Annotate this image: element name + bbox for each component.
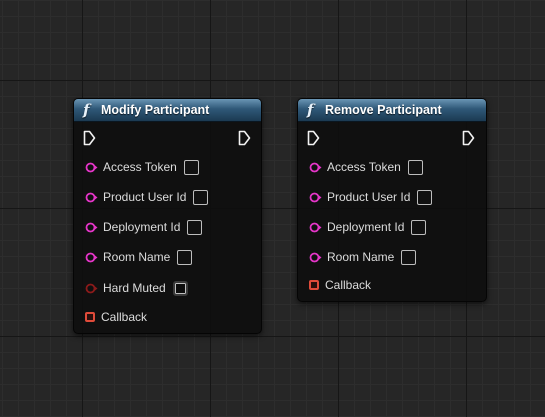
bool-pin-icon[interactable] [85, 283, 98, 294]
deployment-id-input[interactable] [187, 219, 203, 235]
node-title: Remove Participant [325, 103, 442, 117]
pin-row-room-name: Room Name [309, 247, 417, 267]
deployment-id-input[interactable] [411, 219, 427, 235]
access-token-input[interactable] [183, 159, 199, 175]
function-icon: f [83, 101, 90, 119]
node-title: Modify Participant [101, 103, 210, 117]
pin-label: Deployment Id [327, 220, 405, 234]
room-name-input[interactable] [177, 249, 193, 265]
pin-label: Room Name [103, 250, 171, 264]
exec-out-pin-icon[interactable] [238, 130, 251, 146]
string-pin-icon[interactable] [85, 252, 98, 263]
pin-label: Callback [101, 310, 148, 324]
pin-label: Deployment Id [103, 220, 181, 234]
hard-muted-checkbox[interactable] [172, 280, 188, 296]
product-user-id-input[interactable] [417, 189, 433, 205]
remove-participant-node[interactable]: f Remove Participant Access Token Produc… [297, 98, 487, 302]
pin-row-hard-muted: Hard Muted [85, 278, 188, 298]
string-pin-icon[interactable] [309, 162, 322, 173]
string-pin-icon[interactable] [309, 252, 322, 263]
string-pin-icon[interactable] [85, 222, 98, 233]
modify-participant-node[interactable]: f Modify Participant Access Token Produc… [73, 98, 262, 334]
access-token-input[interactable] [407, 159, 423, 175]
exec-in-pin-icon[interactable] [83, 130, 96, 146]
pin-row-deployment-id: Deployment Id [309, 217, 427, 237]
pin-label: Room Name [327, 250, 395, 264]
delegate-pin-icon[interactable] [85, 312, 95, 322]
pin-label: Access Token [327, 160, 401, 174]
pin-row-product-user-id: Product User Id [85, 187, 209, 207]
string-pin-icon[interactable] [309, 222, 322, 233]
pin-label: Hard Muted [103, 281, 166, 295]
delegate-pin-icon[interactable] [309, 280, 319, 290]
node-header[interactable]: f Remove Participant [298, 99, 486, 122]
function-icon: f [307, 101, 314, 119]
exec-in-pin-icon[interactable] [307, 130, 320, 146]
string-pin-icon[interactable] [309, 192, 322, 203]
pin-label: Access Token [103, 160, 177, 174]
pin-label: Callback [325, 278, 372, 292]
string-pin-icon[interactable] [85, 162, 98, 173]
node-header[interactable]: f Modify Participant [74, 99, 261, 122]
pin-row-deployment-id: Deployment Id [85, 217, 203, 237]
product-user-id-input[interactable] [193, 189, 209, 205]
string-pin-icon[interactable] [85, 192, 98, 203]
room-name-input[interactable] [401, 249, 417, 265]
pin-row-product-user-id: Product User Id [309, 187, 433, 207]
pin-row-room-name: Room Name [85, 247, 193, 267]
pin-row-callback: Callback [309, 275, 371, 295]
pin-row-access-token: Access Token [85, 157, 199, 177]
pin-row-access-token: Access Token [309, 157, 423, 177]
pin-label: Product User Id [327, 190, 411, 204]
exec-out-pin-icon[interactable] [462, 130, 475, 146]
pin-label: Product User Id [103, 190, 187, 204]
pin-row-callback: Callback [85, 307, 147, 327]
